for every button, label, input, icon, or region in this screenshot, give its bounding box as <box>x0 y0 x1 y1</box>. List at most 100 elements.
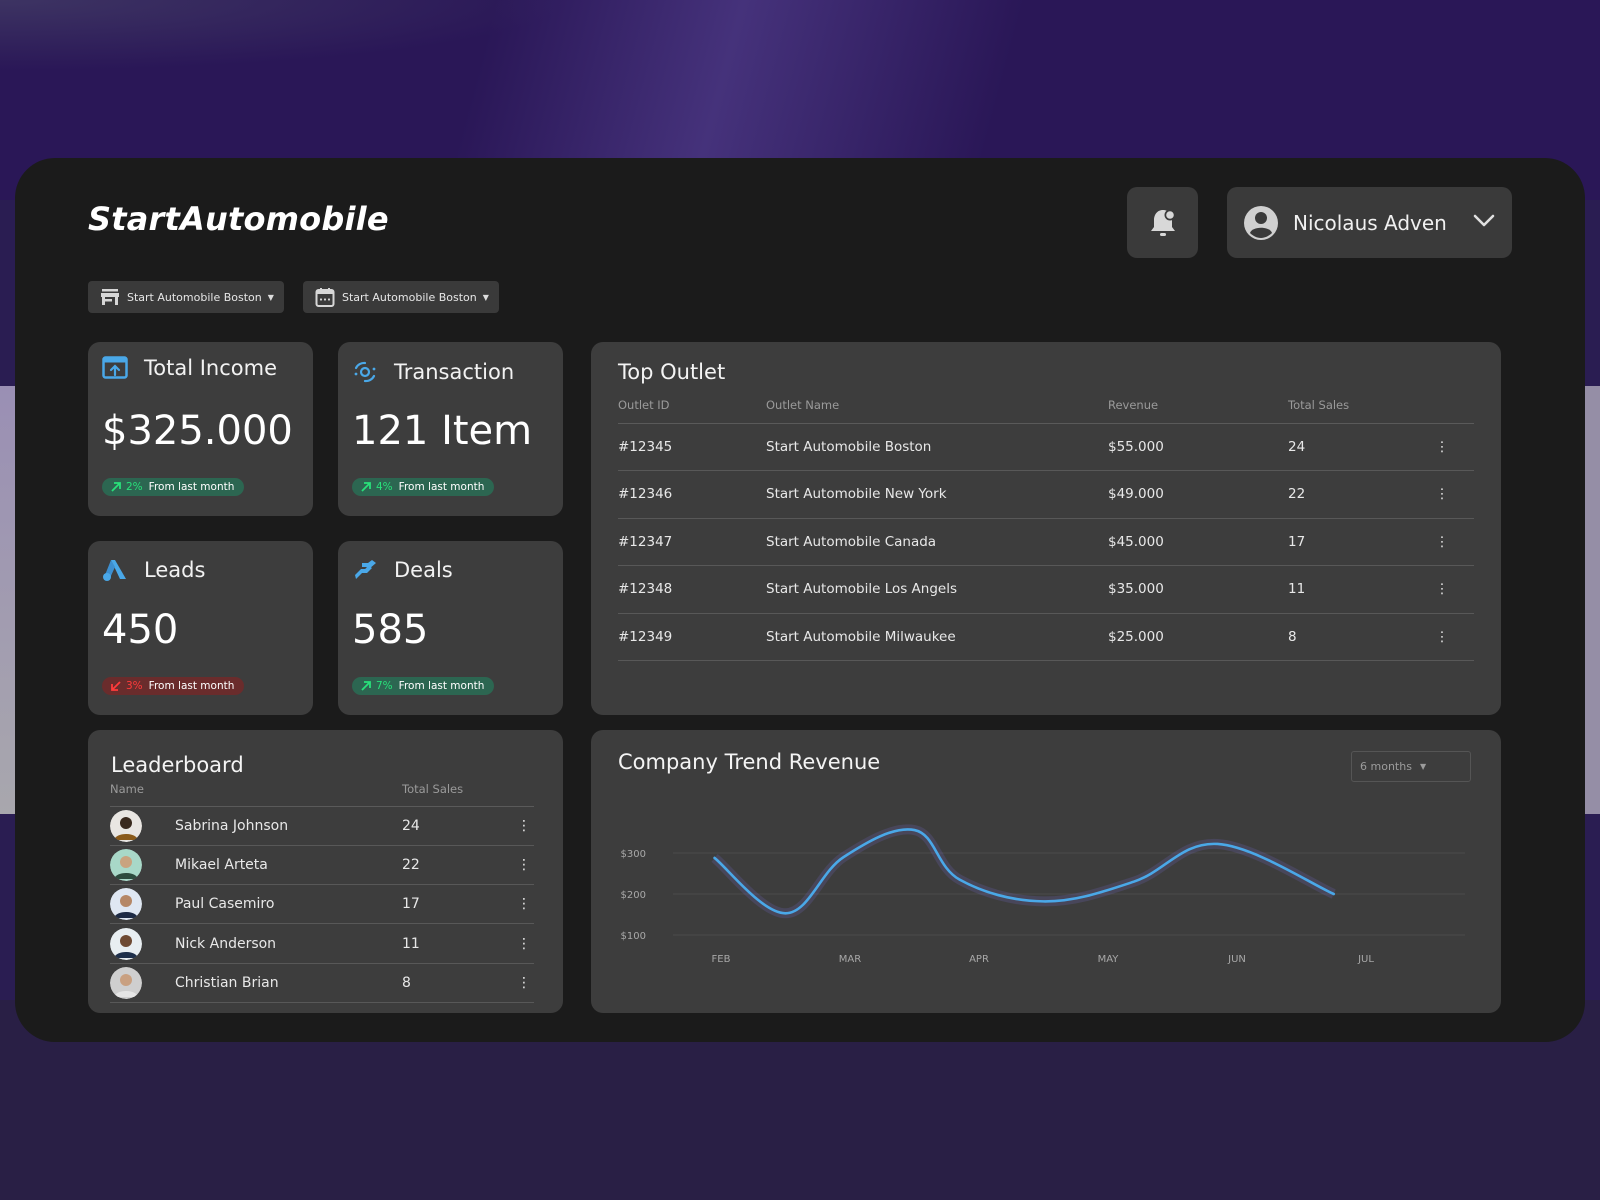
app-logo: StartAutomobile <box>88 200 389 238</box>
stat-title: Transaction <box>394 360 515 384</box>
column-header-actions <box>514 782 534 807</box>
change-badge: 2% From last month <box>102 478 245 496</box>
stat-card-total-income: Total Income $325.000 2% From last month <box>88 342 313 516</box>
range-dropdown[interactable]: 6 months ▼ <box>1351 751 1471 782</box>
leads-icon <box>103 560 126 581</box>
leaderboard-table: Name Total Sales Sabrina Johnson 24 ⋮ Mikae… <box>110 782 534 1003</box>
outlet-revenue: $45.000 <box>1108 518 1288 566</box>
outlet-revenue: $49.000 <box>1108 470 1288 519</box>
stat-value: $325.000 <box>102 408 293 454</box>
leader-name: Christian Brian <box>175 963 402 1003</box>
stat-value: 121 Item <box>352 408 533 454</box>
avatar-cell <box>110 845 175 886</box>
y-tick-label: $100 <box>621 931 646 942</box>
outlet-revenue: $55.000 <box>1108 423 1288 471</box>
avatar <box>110 848 142 881</box>
stat-card-leads: Leads 450 3% From last month <box>88 541 313 715</box>
x-tick-label: APR <box>969 954 989 965</box>
stat-title: Deals <box>394 558 453 582</box>
outlet-name: Start Automobile Canada <box>766 518 1108 566</box>
column-header: Revenue <box>1108 398 1288 424</box>
more-options-icon[interactable]: ⋮ <box>1410 613 1474 661</box>
outlet-sales: 17 <box>1288 518 1410 566</box>
trend-title: Company Trend Revenue <box>618 750 881 774</box>
outlet-name: Start Automobile Los Angels <box>766 565 1108 614</box>
change-percent: 4% <box>376 481 393 493</box>
change-note: From last month <box>398 680 485 692</box>
x-tick-label: MAY <box>1098 954 1120 965</box>
user-circle-icon <box>1244 205 1278 240</box>
more-options-icon[interactable]: ⋮ <box>514 845 534 886</box>
leader-name: Paul Casemiro <box>175 884 402 925</box>
y-tick-label: $300 <box>621 849 646 860</box>
leader-name: Nick Anderson <box>175 923 402 964</box>
range-selected: 6 months <box>1360 760 1412 773</box>
more-options-icon[interactable]: ⋮ <box>514 923 534 964</box>
x-tick-label: MAR <box>839 954 861 965</box>
change-percent: 2% <box>126 481 143 493</box>
stat-card-transaction: Transaction 121 Item 4% From last month <box>338 342 563 516</box>
more-options-icon[interactable]: ⋮ <box>1410 423 1474 471</box>
outlet-name: Start Automobile Milwaukee <box>766 613 1108 661</box>
series-line-revenue <box>713 828 1336 915</box>
arrow-up-right-icon <box>361 482 371 492</box>
background-strip-left <box>0 386 16 814</box>
table-row[interactable]: #12346 Start Automobile New York $49.000… <box>618 470 1474 519</box>
more-options-icon[interactable]: ⋮ <box>1410 565 1474 614</box>
list-item[interactable]: Mikael Arteta 22 ⋮ <box>110 845 534 886</box>
list-item[interactable]: Christian Brian 8 ⋮ <box>110 963 534 1003</box>
change-note: From last month <box>398 481 485 493</box>
more-options-icon[interactable]: ⋮ <box>1410 470 1474 519</box>
leader-sales: 8 <box>402 963 514 1003</box>
more-options-icon[interactable]: ⋮ <box>514 806 534 846</box>
date-filter-label: Start Automobile Boston <box>342 290 477 304</box>
column-header-spacer <box>175 782 402 807</box>
leaderboard-card: Leaderboard Name Total Sales Sabrina Joh… <box>88 730 563 1013</box>
change-note: From last month <box>148 481 235 493</box>
column-header: Name <box>110 782 175 807</box>
store-icon <box>101 289 119 305</box>
date-filter-dropdown[interactable]: Start Automobile Boston ▼ <box>303 281 499 313</box>
outlet-filter-dropdown[interactable]: Start Automobile Boston ▼ <box>88 281 284 313</box>
more-options-icon[interactable]: ⋮ <box>514 884 534 925</box>
more-options-icon[interactable]: ⋮ <box>1410 518 1474 566</box>
list-item[interactable]: Sabrina Johnson 24 ⋮ <box>110 806 534 846</box>
table-row[interactable]: #12348 Start Automobile Los Angels $35.0… <box>618 565 1474 614</box>
outlet-sales: 22 <box>1288 470 1410 519</box>
top-outlet-table: Outlet ID Outlet Name Revenue Total Sale… <box>618 398 1474 661</box>
avatar-cell <box>110 963 175 1003</box>
outlet-sales: 8 <box>1288 613 1410 661</box>
income-icon <box>102 356 128 379</box>
top-outlet-title: Top Outlet <box>618 360 726 384</box>
x-tick-label: JUL <box>1357 954 1374 965</box>
list-item[interactable]: Nick Anderson 11 ⋮ <box>110 923 534 964</box>
outlet-id: #12347 <box>618 518 766 566</box>
notification-button[interactable] <box>1127 187 1198 258</box>
column-header-actions <box>1410 398 1474 424</box>
stat-card-deals: Deals 585 7% From last month <box>338 541 563 715</box>
table-row[interactable]: #12349 Start Automobile Milwaukee $25.00… <box>618 613 1474 661</box>
leaderboard-title: Leaderboard <box>111 753 244 777</box>
outlet-revenue: $25.000 <box>1108 613 1288 661</box>
outlet-id: #12346 <box>618 470 766 519</box>
list-item[interactable]: Paul Casemiro 17 ⋮ <box>110 884 534 925</box>
table-row[interactable]: #12345 Start Automobile Boston $55.000 2… <box>618 423 1474 471</box>
avatar-cell <box>110 923 175 964</box>
change-badge: 7% From last month <box>352 677 495 695</box>
avatar <box>110 927 142 960</box>
calendar-icon <box>315 288 335 307</box>
chevron-down-icon[interactable] <box>1472 209 1496 233</box>
change-badge: 4% From last month <box>352 478 495 496</box>
arrow-up-right-icon <box>361 681 371 691</box>
outlet-filter-label: Start Automobile Boston <box>127 290 262 304</box>
more-options-icon[interactable]: ⋮ <box>514 963 534 1003</box>
caret-down-icon: ▼ <box>482 292 489 302</box>
top-outlet-card: Top Outlet Outlet ID Outlet Name Revenue… <box>591 342 1501 715</box>
transaction-icon <box>354 361 376 383</box>
outlet-id: #12345 <box>618 423 766 471</box>
change-percent: 3% <box>126 680 143 692</box>
x-tick-label: JUN <box>1227 954 1246 965</box>
user-menu-button[interactable]: Nicolaus Adven <box>1227 187 1512 258</box>
table-row[interactable]: #12347 Start Automobile Canada $45.000 1… <box>618 518 1474 566</box>
avatar-cell <box>110 884 175 925</box>
